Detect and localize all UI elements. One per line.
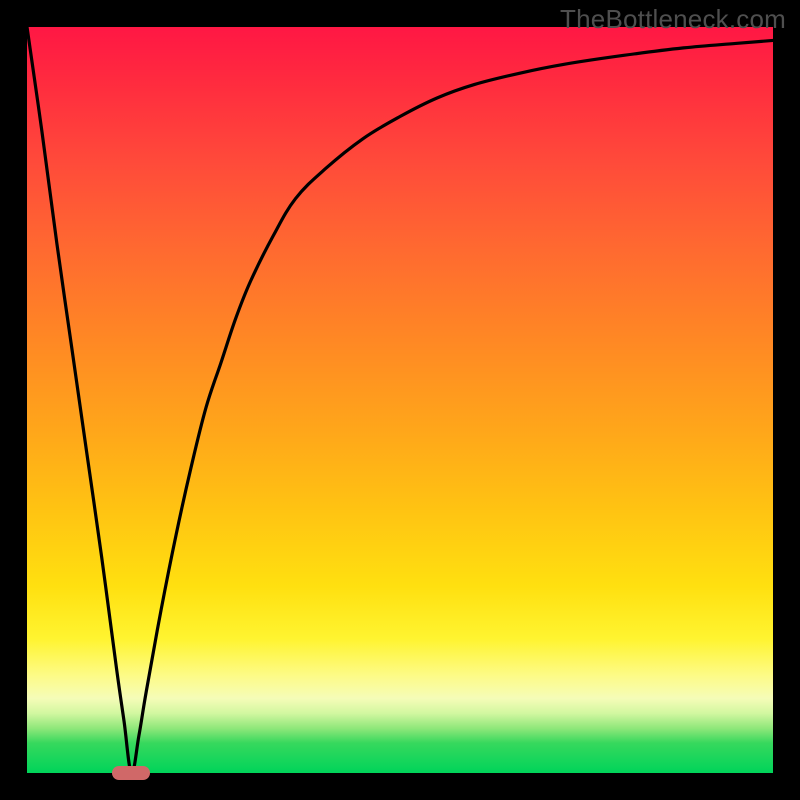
plot-area [27, 27, 773, 773]
chart-frame: TheBottleneck.com [0, 0, 800, 800]
target-marker [112, 766, 150, 780]
bottleneck-curve [27, 27, 773, 773]
watermark-text: TheBottleneck.com [560, 4, 786, 35]
curve-layer [27, 27, 773, 773]
